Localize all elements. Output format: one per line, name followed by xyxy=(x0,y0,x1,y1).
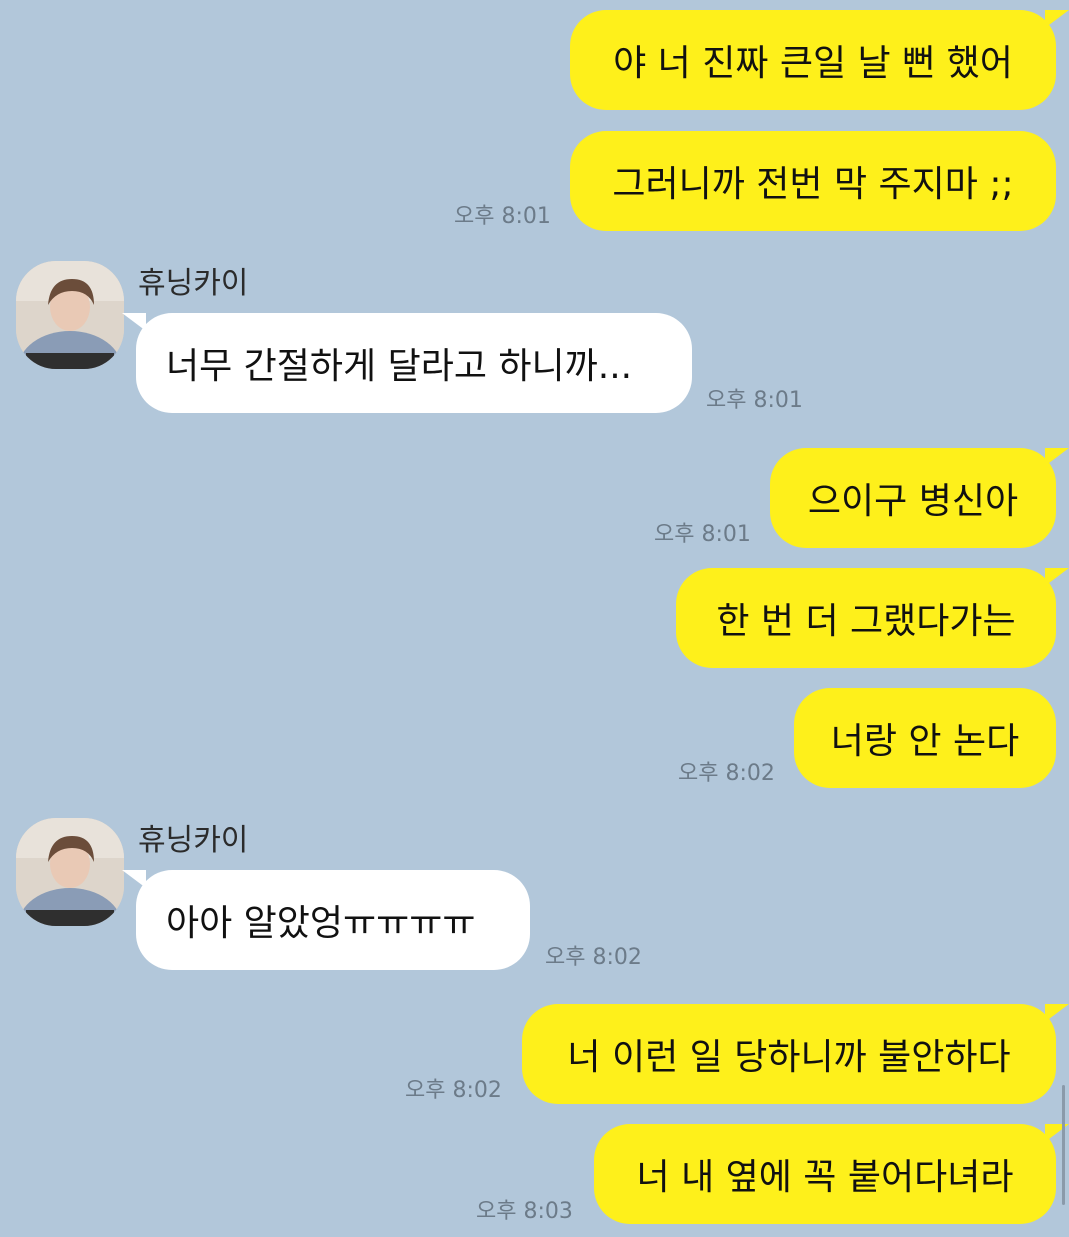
message-timestamp: 오후 8:02 xyxy=(545,945,642,970)
my-message-bubble[interactable]: 너랑 안 논다 xyxy=(794,688,1056,788)
message-timestamp: 오후 8:01 xyxy=(654,522,751,547)
message-timestamp: 오후 8:01 xyxy=(454,204,551,229)
profile-photo-icon xyxy=(16,261,124,369)
my-message-bubble[interactable]: 그러니까 전번 막 주지마 ;; xyxy=(570,131,1056,231)
message-timestamp: 오후 8:03 xyxy=(476,1199,573,1224)
avatar[interactable] xyxy=(16,818,124,926)
other-message-bubble[interactable]: 아아 알았엉ㅠㅠㅠㅠ xyxy=(136,870,530,970)
my-message-bubble[interactable]: 너 이런 일 당하니까 불안하다 xyxy=(522,1004,1056,1104)
my-message-bubble[interactable]: 너 내 옆에 꼭 붙어다녀라 xyxy=(594,1124,1056,1224)
avatar[interactable] xyxy=(16,261,124,369)
message-timestamp: 오후 8:02 xyxy=(678,761,775,786)
my-message-bubble[interactable]: 야 너 진짜 큰일 날 뻔 했어 xyxy=(570,10,1056,110)
sender-name: 휴닝카이 xyxy=(138,823,249,858)
other-message-bubble[interactable]: 너무 간절하게 달라고 하니까... xyxy=(136,313,692,413)
message-timestamp: 오후 8:02 xyxy=(405,1078,502,1103)
sender-name: 휴닝카이 xyxy=(138,266,249,301)
my-message-bubble[interactable]: 으이구 병신아 xyxy=(770,448,1056,548)
profile-photo-icon xyxy=(16,818,124,926)
my-message-bubble[interactable]: 한 번 더 그랬다가는 xyxy=(676,568,1056,668)
scrollbar[interactable] xyxy=(1062,1085,1065,1205)
message-timestamp: 오후 8:01 xyxy=(706,388,803,413)
